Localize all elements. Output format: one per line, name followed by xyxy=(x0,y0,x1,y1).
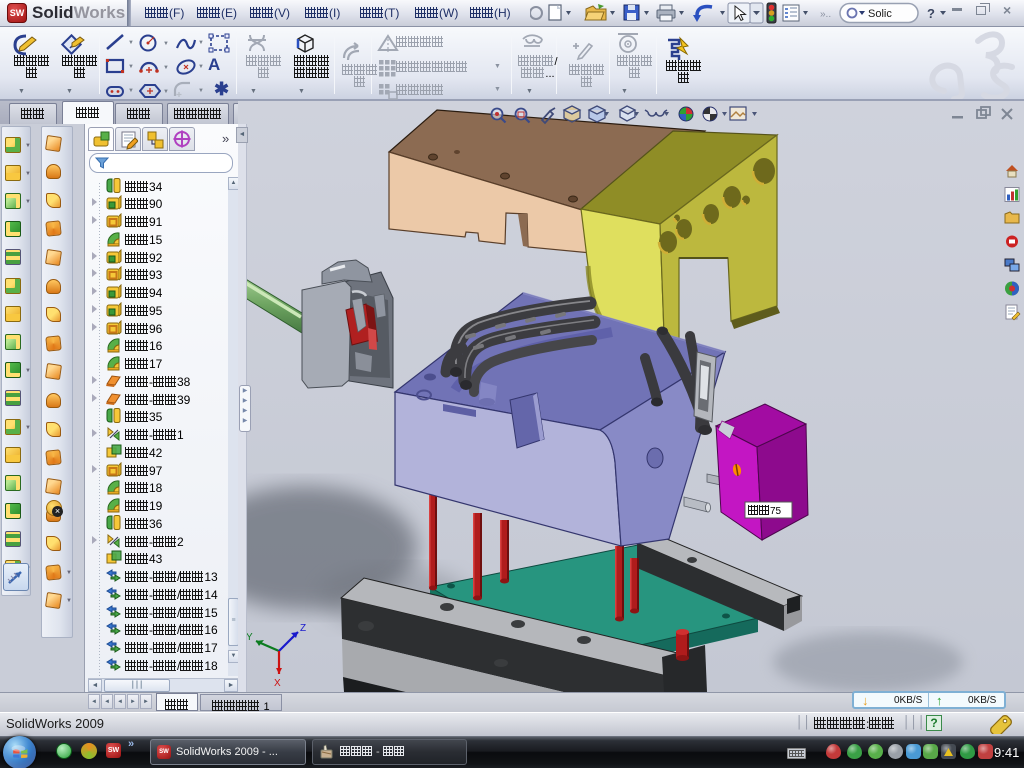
svg-text:?: ? xyxy=(927,6,935,21)
svg-text:Z: Z xyxy=(300,623,306,634)
svg-text:X: X xyxy=(274,678,281,689)
svg-text:Solic: Solic xyxy=(868,8,892,20)
svg-text:»..: ».. xyxy=(820,9,831,20)
svg-text:Y: Y xyxy=(246,632,253,643)
